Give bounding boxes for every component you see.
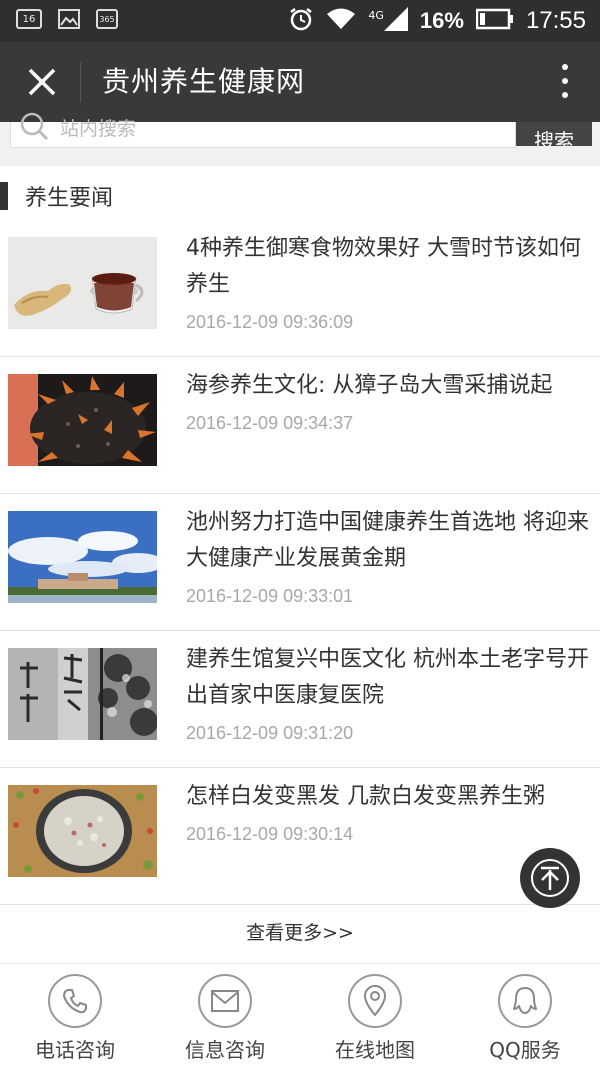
qq-icon <box>498 974 552 1028</box>
news-thumbnail <box>8 374 157 466</box>
nav-message-consult[interactable]: 信息咨询 <box>150 972 300 1064</box>
battery-percent: 16% <box>419 8 464 33</box>
news-date: 2016-12-09 09:31:20 <box>186 723 354 743</box>
battery-icon <box>475 8 514 34</box>
news-date: 2016-12-09 09:33:01 <box>186 586 354 606</box>
title-bar: 贵州养生健康网 <box>0 42 600 122</box>
news-list: 4种养生御寒食物效果好 大雪时节该如何养生 2016-12-09 09:36:0… <box>0 220 600 905</box>
news-thumbnail <box>8 785 157 877</box>
nav-qq-service[interactable]: QQ服务 <box>450 972 600 1064</box>
news-thumbnail <box>8 237 157 329</box>
news-date: 2016-12-09 09:36:09 <box>186 312 354 332</box>
section-title: 养生要闻 <box>25 186 114 211</box>
more-dot-icon <box>562 64 568 70</box>
news-title: 4种养生御寒食物效果好 大雪时节该如何养生 <box>186 236 581 297</box>
calendar-16-icon: 16 <box>16 9 42 29</box>
news-item[interactable]: 海参养生文化: 从獐子岛大雪采捕说起 2016-12-09 09:34:37 <box>0 357 600 494</box>
news-title: 怎样白发变黑发 几款白发变黑养生粥 <box>186 784 545 809</box>
search-placeholder: 站内搜索 <box>60 118 137 140</box>
clock: 17:55 <box>525 7 586 34</box>
section-header: 养生要闻 <box>0 166 600 224</box>
close-button[interactable] <box>22 62 62 102</box>
nav-online-map[interactable]: 在线地图 <box>300 972 450 1064</box>
news-item[interactable]: 怎样白发变黑发 几款白发变黑养生粥 2016-12-09 09:30:14 <box>0 768 600 905</box>
more-dot-icon <box>562 92 568 98</box>
news-date: 2016-12-09 09:30:14 <box>186 824 354 844</box>
map-pin-icon <box>348 974 402 1028</box>
more-dot-icon <box>562 78 568 84</box>
news-item[interactable]: 建养生馆复兴中医文化 杭州本土老字号开出首家中医康复医院 2016-12-09 … <box>0 631 600 768</box>
bottom-nav: 电话咨询 信息咨询 在线地图 QQ服务 <box>0 963 600 1067</box>
mail-icon <box>198 974 252 1028</box>
news-title: 海参养生文化: 从獐子岛大雪采捕说起 <box>186 373 553 398</box>
signal-icon <box>383 7 408 35</box>
news-item[interactable]: 池州努力打造中国健康养生首选地 将迎来大健康产业发展黄金期 2016-12-09… <box>0 494 600 631</box>
close-icon <box>28 68 56 96</box>
nav-label: 在线地图 <box>335 1038 415 1062</box>
news-date: 2016-12-09 09:34:37 <box>186 413 354 433</box>
news-title: 池州努力打造中国健康养生首选地 将迎来大健康产业发展黄金期 <box>186 510 589 571</box>
phone-icon <box>48 974 102 1028</box>
nav-phone-consult[interactable]: 电话咨询 <box>0 972 150 1064</box>
status-bar: 16 365 4G 16% 17:55 <box>0 0 600 42</box>
more-menu-button[interactable] <box>560 64 570 100</box>
nav-label: 信息咨询 <box>185 1038 265 1062</box>
search-button[interactable]: 搜索 <box>516 122 592 146</box>
news-title: 建养生馆复兴中医文化 杭州本土老字号开出首家中医康复医院 <box>186 647 589 708</box>
section-marker <box>0 182 8 210</box>
news-item[interactable]: 4种养生御寒食物效果好 大雪时节该如何养生 2016-12-09 09:36:0… <box>0 220 600 357</box>
image-icon <box>58 9 80 29</box>
wifi-icon <box>326 7 356 35</box>
page-title: 贵州养生健康网 <box>102 65 306 98</box>
nav-label: 电话咨询 <box>35 1038 115 1062</box>
network-type: 4G <box>368 8 384 22</box>
search-bar: 站内搜索 搜索 <box>0 112 600 166</box>
title-divider <box>80 62 81 102</box>
back-to-top-button[interactable] <box>520 848 580 908</box>
alarm-icon <box>288 6 314 36</box>
news-thumbnail <box>8 648 157 740</box>
nav-label: QQ服务 <box>489 1038 561 1062</box>
search-icon <box>18 112 52 142</box>
news-thumbnail <box>8 511 157 603</box>
arrow-up-icon <box>531 859 569 897</box>
search-button-label: 搜索 <box>534 129 574 146</box>
calendar-365-icon: 365 <box>96 9 118 29</box>
view-more-link[interactable]: 查看更多>> <box>0 903 600 963</box>
